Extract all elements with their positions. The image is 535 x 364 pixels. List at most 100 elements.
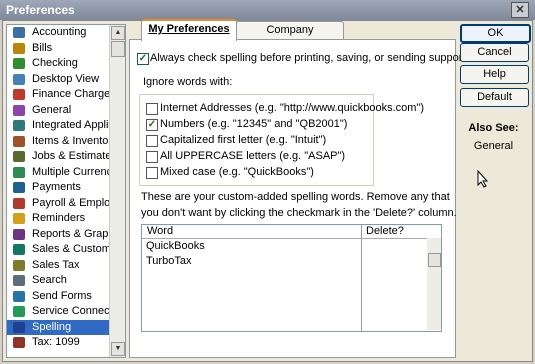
scrollbar-thumb[interactable] (111, 41, 125, 57)
ignore-numbers-checkbox[interactable]: ✓ (146, 119, 158, 131)
sidebar-item-accounting[interactable]: Accounting (7, 25, 109, 41)
reports-graphs-icon (13, 228, 25, 240)
ignore-all-uppercase-checkbox[interactable] (146, 151, 158, 163)
also-see-general-link[interactable]: General (460, 140, 527, 152)
table-row[interactable]: QuickBooks (146, 240, 205, 252)
always-check-label: Always check spelling before printing, s… (150, 52, 509, 64)
sidebar-item-label: Accounting (32, 26, 87, 38)
sidebar-item-label: Jobs & Estimates (32, 150, 109, 162)
custom-words-text-2: you don't want by clicking the checkmark… (141, 207, 457, 219)
sidebar-item-reminders[interactable]: Reminders (7, 211, 109, 227)
sidebar-item-label: Reports & Graphs (32, 227, 109, 240)
custom-words-table: Word Delete? QuickBooks TurboTax (141, 224, 442, 332)
spelling-icon (13, 321, 25, 333)
my-preferences-panel: ✓ Always check spelling before printing,… (129, 39, 508, 358)
sidebar-item-label: Search (32, 274, 67, 286)
sales-customers-icon (13, 244, 25, 255)
bills-icon (13, 42, 25, 54)
always-check-checkbox[interactable]: ✓ (137, 53, 149, 65)
column-header-word: Word (147, 225, 174, 237)
scroll-up-icon[interactable]: ▲ (111, 26, 125, 40)
tab-company-preferences[interactable]: Company Preferences (236, 21, 344, 53)
window-title: Preferences (6, 3, 75, 17)
category-items: Accounting Bills Checking Desktop View Finan… (7, 25, 109, 351)
table-row[interactable]: TurboTax (146, 255, 191, 267)
checking-icon (13, 58, 25, 69)
sidebar-item-label: Desktop View (32, 72, 100, 85)
sidebar-item-checking[interactable]: Checking (7, 56, 109, 72)
sidebar-item-label: Payroll & Employees (32, 196, 109, 209)
also-see-title: Also See: (468, 122, 519, 134)
sidebar-item-tax-1099[interactable]: Tax: 1099 (7, 335, 109, 351)
ignore-all-uppercase-label: All UPPERCASE letters (e.g. "ASAP") (160, 150, 346, 162)
reminders-icon (13, 213, 25, 224)
sidebar-item-label: General (32, 103, 72, 116)
help-button[interactable]: Help (460, 65, 529, 84)
sidebar-item-label: Items & Inventory (32, 134, 109, 147)
desktop-view-icon (13, 73, 25, 85)
ignore-internet-addresses-checkbox[interactable] (146, 103, 158, 115)
ok-button[interactable]: OK (460, 24, 531, 43)
sidebar-item-general[interactable]: General (7, 103, 109, 119)
table-scrollbar-thumb[interactable] (428, 253, 441, 267)
sidebar-item-label: Bills (32, 41, 53, 54)
close-icon[interactable]: ✕ (511, 2, 529, 18)
sidebar-item-label: Spelling (32, 320, 72, 333)
sidebar-scrollbar[interactable]: ▲ ▼ (109, 25, 125, 357)
default-button[interactable]: Default (460, 88, 529, 107)
sidebar-item-label: Sales & Customers (32, 243, 109, 255)
sidebar-item-payments[interactable]: Payments (7, 180, 109, 196)
cancel-button[interactable]: Cancel (460, 43, 529, 62)
sidebar-item-service-connection[interactable]: Service Connection (7, 304, 109, 320)
scroll-down-icon[interactable]: ▼ (111, 342, 125, 356)
table-scrollbar[interactable] (427, 238, 441, 330)
sidebar-item-label: Send Forms (32, 289, 92, 302)
sidebar-item-multiple-currencies[interactable]: Multiple Currencies (7, 165, 109, 181)
sidebar-item-reports-graphs[interactable]: Reports & Graphs (7, 227, 109, 243)
table-header: Word Delete? (142, 225, 441, 239)
jobs-estimates-icon (13, 151, 25, 162)
sales-tax-icon (13, 259, 25, 271)
ignore-mixed-case-checkbox[interactable] (146, 167, 158, 179)
sidebar-item-integrated-applications[interactable]: Integrated Applicatio (7, 118, 109, 134)
tab-my-preferences[interactable]: My Preferences (141, 19, 237, 41)
column-header-delete: Delete? (366, 225, 404, 237)
ignore-capitalized-first-letter-checkbox[interactable] (146, 135, 158, 147)
sidebar-item-spelling[interactable]: Spelling (7, 319, 109, 335)
dialog-body: Accounting Bills Checking Desktop View Finan… (2, 19, 533, 362)
sidebar-item-sales-tax[interactable]: Sales Tax (7, 258, 109, 274)
service-connection-icon (13, 306, 25, 317)
general-icon (13, 104, 25, 116)
ignore-internet-addresses-label: Internet Addresses (e.g. "http://www.qui… (160, 102, 424, 114)
payroll-employees-icon (13, 197, 25, 209)
sidebar-item-jobs-estimates[interactable]: Jobs & Estimates (7, 149, 109, 165)
sidebar-item-label: Service Connection (32, 305, 109, 317)
sidebar-item-label: Tax: 1099 (32, 336, 80, 348)
sidebar-item-bills[interactable]: Bills (7, 41, 109, 57)
sidebar-item-label: Integrated Applicatio (32, 119, 109, 131)
search-icon (13, 275, 25, 286)
payments-icon (13, 182, 25, 193)
custom-words-text-1: These are your custom-added spelling wor… (141, 191, 450, 203)
sidebar-item-search[interactable]: Search (7, 273, 109, 289)
ignore-mixed-case-label: Mixed case (e.g. "QuickBooks") (160, 166, 314, 178)
sidebar-item-sales-customers[interactable]: Sales & Customers (7, 242, 109, 258)
sidebar-item-label: Checking (32, 57, 78, 69)
preferences-category-list[interactable]: Accounting Bills Checking Desktop View Finan… (6, 24, 126, 358)
finance-charge-icon (13, 89, 25, 100)
sidebar-item-send-forms[interactable]: Send Forms (7, 289, 109, 305)
sidebar-item-finance-charge[interactable]: Finance Charge (7, 87, 109, 103)
sidebar-item-payroll-employees[interactable]: Payroll & Employees (7, 196, 109, 212)
send-forms-icon (13, 290, 25, 302)
multiple-currencies-icon (13, 166, 25, 178)
mouse-cursor-icon (477, 170, 489, 188)
integrated-applications-icon (13, 120, 25, 131)
sidebar-item-label: Multiple Currencies (32, 165, 109, 178)
accounting-icon (13, 27, 25, 38)
sidebar-item-desktop-view[interactable]: Desktop View (7, 72, 109, 88)
tax-1099-icon (13, 337, 25, 348)
items-inventory-icon (13, 135, 25, 147)
sidebar-item-items-inventory[interactable]: Items & Inventory (7, 134, 109, 150)
ignore-numbers-label: Numbers (e.g. "12345" and "QB2001") (160, 118, 348, 130)
sidebar-item-label: Sales Tax (32, 258, 80, 271)
